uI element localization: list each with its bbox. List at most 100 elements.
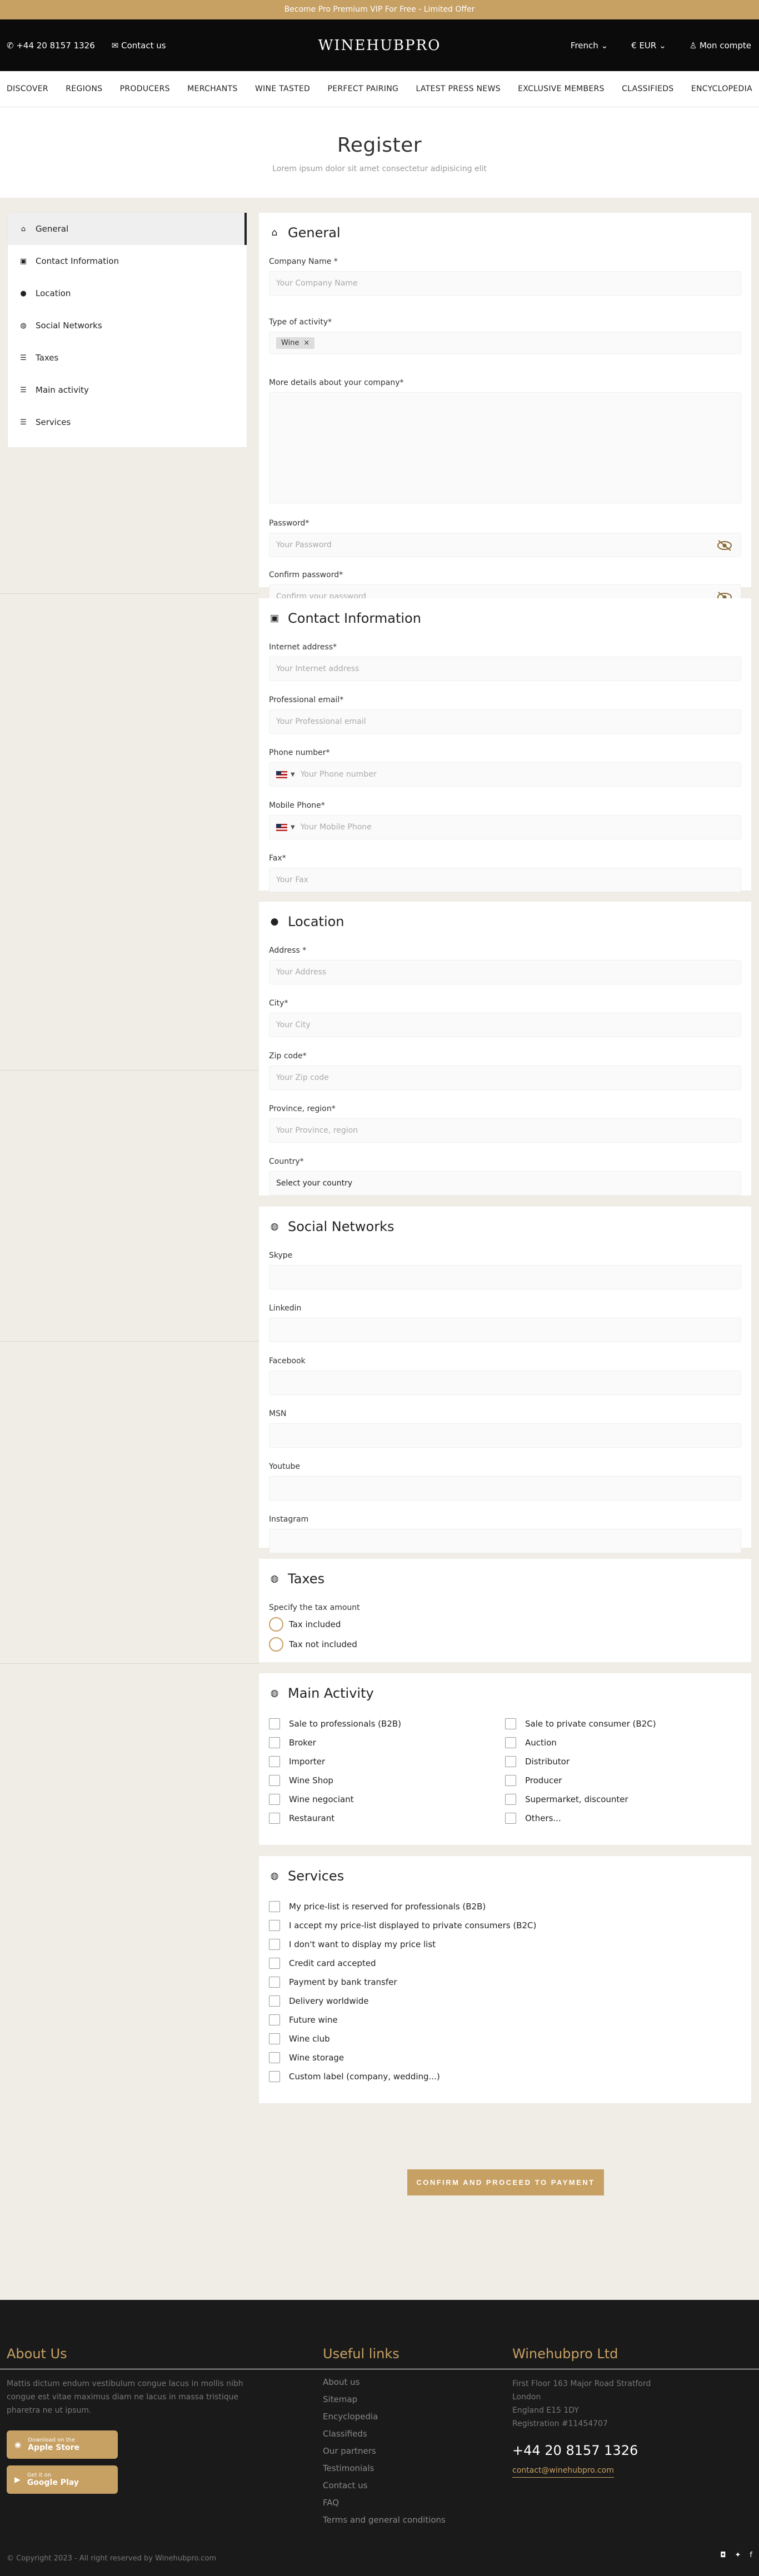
checkbox[interactable] <box>269 1977 280 1988</box>
confirm-payment-button[interactable]: CONFIRM AND PROCEED TO PAYMENT <box>407 2169 604 2195</box>
sidebar-item-contact[interactable]: ▣ Contact Information <box>8 245 247 277</box>
service-checkbox[interactable]: Wine club <box>269 2033 741 2045</box>
twitter-icon[interactable]: ✦ <box>735 2551 741 2559</box>
checkbox[interactable] <box>505 1794 516 1805</box>
sidebar-item-services[interactable]: ☰ Services <box>8 406 247 438</box>
instagram-icon[interactable]: ◘ <box>720 2551 726 2559</box>
footer-phone[interactable]: +44 20 8157 1326 <box>512 2443 651 2458</box>
footer-link[interactable]: Sitemap <box>323 2394 446 2404</box>
checkbox[interactable] <box>269 2071 280 2082</box>
nav-item[interactable]: MERCHANTS <box>187 84 237 93</box>
radio-circle[interactable] <box>269 1617 283 1632</box>
google-play-button[interactable]: ▶ Get it on Google Play <box>7 2465 118 2494</box>
province-input[interactable]: Your Province, region <box>269 1118 741 1143</box>
nav-item[interactable]: DISCOVER <box>7 84 48 93</box>
checkbox[interactable] <box>505 1718 516 1729</box>
checkbox[interactable] <box>505 1813 516 1824</box>
activity-chip[interactable]: Wine × <box>276 337 315 349</box>
sidebar-item-social[interactable]: ◍ Social Networks <box>8 309 247 342</box>
sidebar-item-location[interactable]: ● Location <box>8 277 247 309</box>
nav-item[interactable]: ENCYCLOPEDIA <box>691 84 752 93</box>
service-checkbox[interactable]: I don't want to display my price list <box>269 1938 741 1950</box>
footer-link[interactable]: Our partners <box>323 2446 446 2456</box>
nav-item[interactable]: CLASSIFIEDS <box>622 84 673 93</box>
footer-link[interactable]: Encyclopedia <box>323 2412 446 2422</box>
tax-included-radio[interactable]: Tax included <box>269 1617 741 1632</box>
eye-slash-icon[interactable] <box>716 539 733 552</box>
activity-checkbox[interactable]: Supermarket, discounter <box>505 1793 741 1805</box>
us-flag-icon[interactable] <box>276 771 287 778</box>
checkbox[interactable] <box>269 1775 280 1786</box>
footer-link[interactable]: Terms and general conditions <box>323 2515 446 2525</box>
currency-select[interactable]: € EUR ⌄ <box>631 41 666 51</box>
checkbox[interactable] <box>269 1813 280 1824</box>
activity-checkbox[interactable]: Restaurant <box>269 1812 505 1824</box>
nav-item[interactable]: PRODUCERS <box>120 84 170 93</box>
chevron-down-icon[interactable]: ▼ <box>291 824 295 831</box>
internet-input[interactable]: Your Internet address <box>269 657 741 681</box>
footer-email[interactable]: contact@winehubpro.com <box>512 2466 614 2478</box>
activity-checkbox[interactable]: Broker <box>269 1737 505 1749</box>
service-checkbox[interactable]: Delivery worldwide <box>269 1995 741 2007</box>
zip-input[interactable]: Your Zip code <box>269 1066 741 1090</box>
chevron-down-icon[interactable]: ▼ <box>291 772 295 778</box>
checkbox[interactable] <box>505 1756 516 1767</box>
nav-item[interactable]: EXCLUSIVE MEMBERS <box>518 84 605 93</box>
checkbox[interactable] <box>505 1737 516 1748</box>
footer-link[interactable]: About us <box>323 2377 446 2387</box>
tax-not-included-radio[interactable]: Tax not included <box>269 1637 741 1652</box>
service-checkbox[interactable]: Credit card accepted <box>269 1957 741 1969</box>
checkbox[interactable] <box>269 1920 280 1931</box>
checkbox[interactable] <box>269 2014 280 2025</box>
apple-store-button[interactable]: ◉ Download on the Apple Store <box>7 2430 118 2459</box>
fax-input[interactable]: Your Fax <box>269 868 741 892</box>
activity-checkbox[interactable]: Sale to private consumer (B2C) <box>505 1718 741 1730</box>
nav-item[interactable]: LATEST PRESS NEWS <box>416 84 500 93</box>
checkbox[interactable] <box>269 1756 280 1767</box>
facebook-icon[interactable]: f <box>750 2551 752 2559</box>
linkedin-input[interactable] <box>269 1318 741 1342</box>
youtube-input[interactable] <box>269 1476 741 1500</box>
checkbox[interactable] <box>269 2033 280 2044</box>
checkbox[interactable] <box>269 1939 280 1950</box>
checkbox[interactable] <box>269 1718 280 1729</box>
country-select[interactable]: Select your country <box>269 1171 741 1196</box>
phone-input[interactable]: ▼ Your Phone number <box>269 762 741 787</box>
activity-checkbox[interactable]: Producer <box>505 1774 741 1787</box>
sidebar-item-taxes[interactable]: ☰ Taxes <box>8 342 247 374</box>
checkbox[interactable] <box>269 1958 280 1969</box>
password-input[interactable]: Your Password <box>269 533 741 557</box>
mobile-input[interactable]: ▼ Your Mobile Phone <box>269 815 741 839</box>
checkbox[interactable] <box>269 2052 280 2063</box>
company-name-input[interactable]: Your Company Name <box>269 271 741 296</box>
language-select[interactable]: French ⌄ <box>571 41 608 51</box>
checkbox[interactable] <box>269 1901 280 1912</box>
footer-link[interactable]: Classifieds <box>323 2429 446 2439</box>
footer-link[interactable]: Testimonials <box>323 2463 446 2473</box>
footer-link[interactable]: FAQ <box>323 2498 446 2508</box>
nav-item[interactable]: WINE TASTED <box>255 84 310 93</box>
nav-item[interactable]: PERFECT PAIRING <box>328 84 399 93</box>
activity-select[interactable]: Wine × <box>269 332 741 354</box>
activity-checkbox[interactable]: Others... <box>505 1812 741 1824</box>
email-input[interactable]: Your Professional email <box>269 709 741 734</box>
instagram-input[interactable] <box>269 1529 741 1553</box>
service-checkbox[interactable]: Payment by bank transfer <box>269 1976 741 1988</box>
checkbox[interactable] <box>269 1737 280 1748</box>
activity-checkbox[interactable]: Distributor <box>505 1755 741 1768</box>
checkbox[interactable] <box>269 1995 280 2007</box>
facebook-input[interactable] <box>269 1370 741 1395</box>
footer-link[interactable]: Contact us <box>323 2480 446 2490</box>
service-checkbox[interactable]: My price-list is reserved for profession… <box>269 1900 741 1913</box>
checkbox[interactable] <box>505 1775 516 1786</box>
activity-checkbox[interactable]: Wine Shop <box>269 1774 505 1787</box>
activity-checkbox[interactable]: Importer <box>269 1755 505 1768</box>
close-icon[interactable]: × <box>303 339 309 347</box>
service-checkbox[interactable]: Wine storage <box>269 2052 741 2064</box>
checkbox[interactable] <box>269 1794 280 1805</box>
account-link[interactable]: ♙ Mon compte <box>690 41 751 51</box>
skype-input[interactable] <box>269 1265 741 1289</box>
sidebar-item-general[interactable]: ⌂ General <box>8 213 247 245</box>
activity-checkbox[interactable]: Wine negociant <box>269 1793 505 1805</box>
msn-input[interactable] <box>269 1423 741 1448</box>
